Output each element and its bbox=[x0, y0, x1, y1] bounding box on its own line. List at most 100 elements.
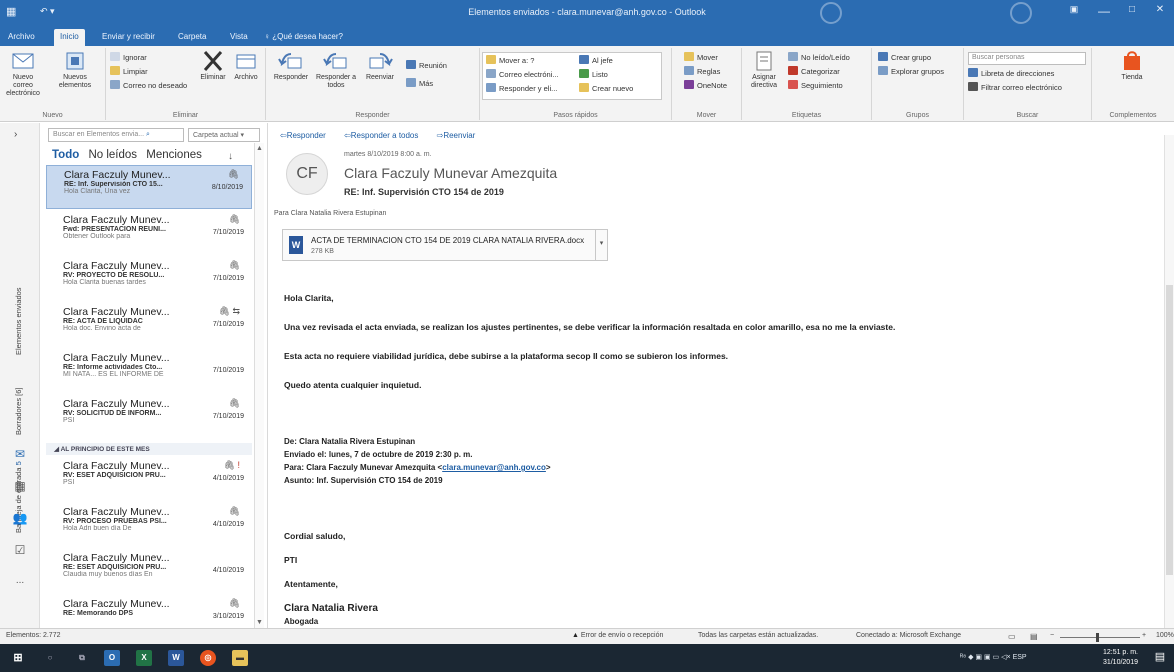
list-item[interactable]: Clara Faczuly Munev... RE: Informe activ… bbox=[46, 349, 252, 393]
more-apps-icon[interactable]: ... bbox=[11, 575, 29, 593]
zoom-slider[interactable] bbox=[1060, 637, 1140, 638]
search-icon[interactable]: ○ bbox=[42, 650, 58, 666]
filter-all[interactable]: Todo bbox=[52, 149, 79, 161]
zoom-in-icon[interactable]: + bbox=[1142, 632, 1146, 639]
list-item[interactable]: Clara Faczuly Munev... Fwd: PRESENTACION… bbox=[46, 211, 252, 255]
folder-sent-items[interactable]: Elementos enviados bbox=[14, 287, 23, 355]
group-header-this-month[interactable]: ◢ AL PRINCIPIO DE ESTE MES bbox=[46, 443, 252, 455]
quick-access-icon[interactable]: ↶ ▾ bbox=[40, 6, 55, 17]
ignore-button[interactable]: Ignorar bbox=[110, 52, 147, 64]
tab-carpeta[interactable]: Carpeta bbox=[172, 29, 212, 46]
zoom-out-icon[interactable]: − bbox=[1050, 632, 1054, 639]
list-item[interactable]: Clara Faczuly Munev... RV: PROYECTO DE R… bbox=[46, 257, 252, 301]
quickstep-move-to[interactable]: Mover a: ? bbox=[486, 55, 534, 67]
sort-arrow-icon[interactable]: ↓ bbox=[228, 151, 233, 162]
new-mail-button[interactable]: Nuevo correo electrónico bbox=[3, 50, 43, 98]
forward-button[interactable]: Reenviar bbox=[360, 50, 400, 82]
avatar[interactable]: CF bbox=[286, 153, 328, 195]
minimize-button[interactable]: — bbox=[1090, 4, 1118, 18]
folder-drafts[interactable]: Borradores [6] bbox=[14, 387, 23, 435]
store-button[interactable]: Tienda bbox=[1112, 50, 1152, 82]
list-item[interactable]: Clara Faczuly Munev... RE: Inf. Supervis… bbox=[46, 165, 252, 209]
normal-view-icon[interactable]: ▭ bbox=[1008, 632, 1016, 641]
reading-reply-button[interactable]: ⇦Responder bbox=[280, 131, 334, 140]
list-item[interactable]: Clara Faczuly Munev... RE: Memorando DPS… bbox=[46, 595, 252, 628]
search-mailbox-input[interactable]: Buscar en Elementos envia... ⌕ bbox=[48, 128, 184, 142]
address-book-button[interactable]: Libreta de direcciones bbox=[968, 68, 1054, 80]
list-item[interactable]: Clara Faczuly Munev... RV: SOLICITUD DE … bbox=[46, 395, 252, 439]
maximize-button[interactable]: □ bbox=[1118, 4, 1146, 15]
zoom-level[interactable]: 100% bbox=[1156, 632, 1174, 639]
zoom-slider-knob[interactable] bbox=[1096, 633, 1099, 642]
language-indicator[interactable]: ESP bbox=[1013, 654, 1027, 661]
more-respond-button[interactable]: Más bbox=[406, 78, 433, 90]
send-receive-error[interactable]: ▲ Error de envío o recepción bbox=[572, 632, 663, 639]
filter-unread[interactable]: No leídos bbox=[88, 149, 137, 161]
new-items-button[interactable]: Nuevos elementos bbox=[52, 50, 98, 90]
tab-archivo[interactable]: Archivo bbox=[2, 29, 41, 46]
clock[interactable]: 12:51 p. m. 31/10/2019 bbox=[1103, 648, 1138, 668]
ribbon-display-icon[interactable]: ▣ bbox=[1060, 4, 1088, 15]
meeting-button[interactable]: Reunión bbox=[406, 60, 447, 72]
people-tray-icon[interactable]: ᴿ⁸ bbox=[960, 654, 966, 661]
notifications-icon[interactable]: ▤ bbox=[1152, 650, 1168, 666]
list-item[interactable]: Clara Faczuly Munev... RE: ACTA DE LIQUI… bbox=[46, 303, 252, 347]
mail-nav-icon[interactable]: ✉ bbox=[11, 447, 29, 465]
list-item[interactable]: Clara Faczuly Munev... RV: PROCESO PRUEB… bbox=[46, 503, 252, 547]
calendar-nav-icon[interactable]: ▦ bbox=[11, 479, 29, 497]
search-scope-select[interactable]: Carpeta actual ▾ bbox=[188, 128, 260, 142]
explore-groups-button[interactable]: Explorar grupos bbox=[878, 66, 944, 78]
list-item[interactable]: Clara Faczuly Munev... RE: ESET ADQUISIC… bbox=[46, 549, 252, 593]
chrome-taskbar-icon[interactable]: ◎ bbox=[200, 650, 216, 666]
quickstep-reply-delete[interactable]: Responder y eli... bbox=[486, 83, 557, 95]
tab-vista[interactable]: Vista bbox=[224, 29, 254, 46]
people-nav-icon[interactable]: 👥 bbox=[11, 511, 29, 529]
tab-inicio[interactable]: Inicio bbox=[54, 29, 85, 46]
reading-reply-all-button[interactable]: ⇦Responder a todos bbox=[344, 131, 426, 140]
create-group-button[interactable]: Crear grupo bbox=[878, 52, 931, 64]
task-view-icon[interactable]: ⧉ bbox=[74, 650, 90, 666]
tasks-nav-icon[interactable]: ☑ bbox=[11, 543, 29, 561]
categorize-button[interactable]: Categorizar bbox=[788, 66, 840, 78]
network-icon[interactable]: ▭ bbox=[993, 654, 1000, 661]
filter-email-button[interactable]: Filtrar correo electrónico bbox=[968, 82, 1062, 94]
tab-enviar-recibir[interactable]: Enviar y recibir bbox=[96, 29, 161, 46]
quickstep-to-boss[interactable]: Al jefe bbox=[579, 55, 613, 67]
move-button[interactable]: Mover bbox=[684, 52, 718, 64]
reading-scrollbar[interactable] bbox=[1164, 135, 1174, 628]
quickstep-email[interactable]: Correo electróni... bbox=[486, 69, 559, 81]
expand-folder-pane-icon[interactable]: › bbox=[14, 129, 17, 140]
outlook-taskbar-icon[interactable]: O bbox=[104, 650, 120, 666]
search-people-input[interactable]: Buscar personas bbox=[968, 52, 1086, 65]
list-scrollbar[interactable]: ▲ ▼ bbox=[254, 143, 264, 628]
close-button[interactable]: ✕ bbox=[1146, 4, 1174, 15]
list-item[interactable]: Clara Faczuly Munev... RV: ESET ADQUISIC… bbox=[46, 457, 252, 501]
delete-button[interactable]: Eliminar bbox=[198, 50, 228, 82]
onenote-button[interactable]: OneNote bbox=[684, 80, 727, 92]
tell-me-search[interactable]: ♀ ¿Qué desea hacer? bbox=[258, 29, 349, 46]
reply-button[interactable]: Responder bbox=[270, 50, 312, 82]
assign-policy-button[interactable]: Asignar directiva bbox=[746, 50, 782, 90]
message-sender[interactable]: Clara Faczuly Munevar Amezquita bbox=[344, 165, 557, 181]
volume-icon[interactable]: ◁× bbox=[1001, 654, 1010, 661]
scrollbar-thumb[interactable] bbox=[1166, 285, 1173, 575]
reading-view-icon[interactable]: ▤ bbox=[1030, 632, 1038, 641]
followup-button[interactable]: Seguimiento bbox=[788, 80, 843, 92]
junk-button[interactable]: Correo no deseado bbox=[110, 80, 187, 92]
clean-button[interactable]: Limpiar bbox=[110, 66, 148, 78]
excel-taskbar-icon[interactable]: X bbox=[136, 650, 152, 666]
unread-read-button[interactable]: No leído/Leído bbox=[788, 52, 850, 64]
tray-apps-icon[interactable]: ◆ ▣ ▣ bbox=[968, 654, 991, 661]
email-link[interactable]: clara.munevar@anh.gov.co bbox=[442, 463, 546, 472]
quickstep-done[interactable]: Listo bbox=[579, 69, 608, 81]
word-taskbar-icon[interactable]: W bbox=[168, 650, 184, 666]
file-explorer-icon[interactable]: ▬ bbox=[232, 650, 248, 666]
attachment-dropdown-icon[interactable]: ▾ bbox=[595, 230, 607, 260]
quickstep-create-new[interactable]: Crear nuevo bbox=[579, 83, 633, 95]
scroll-down-icon[interactable]: ▼ bbox=[256, 619, 263, 626]
windows-start-icon[interactable]: ⊞ bbox=[10, 650, 26, 666]
scroll-up-icon[interactable]: ▲ bbox=[256, 145, 263, 152]
rules-button[interactable]: Reglas bbox=[684, 66, 720, 78]
reading-forward-button[interactable]: ⇨Reenviar bbox=[437, 131, 484, 140]
attachment-card[interactable]: W ACTA DE TERMINACION CTO 154 DE 2019 CL… bbox=[282, 229, 608, 261]
